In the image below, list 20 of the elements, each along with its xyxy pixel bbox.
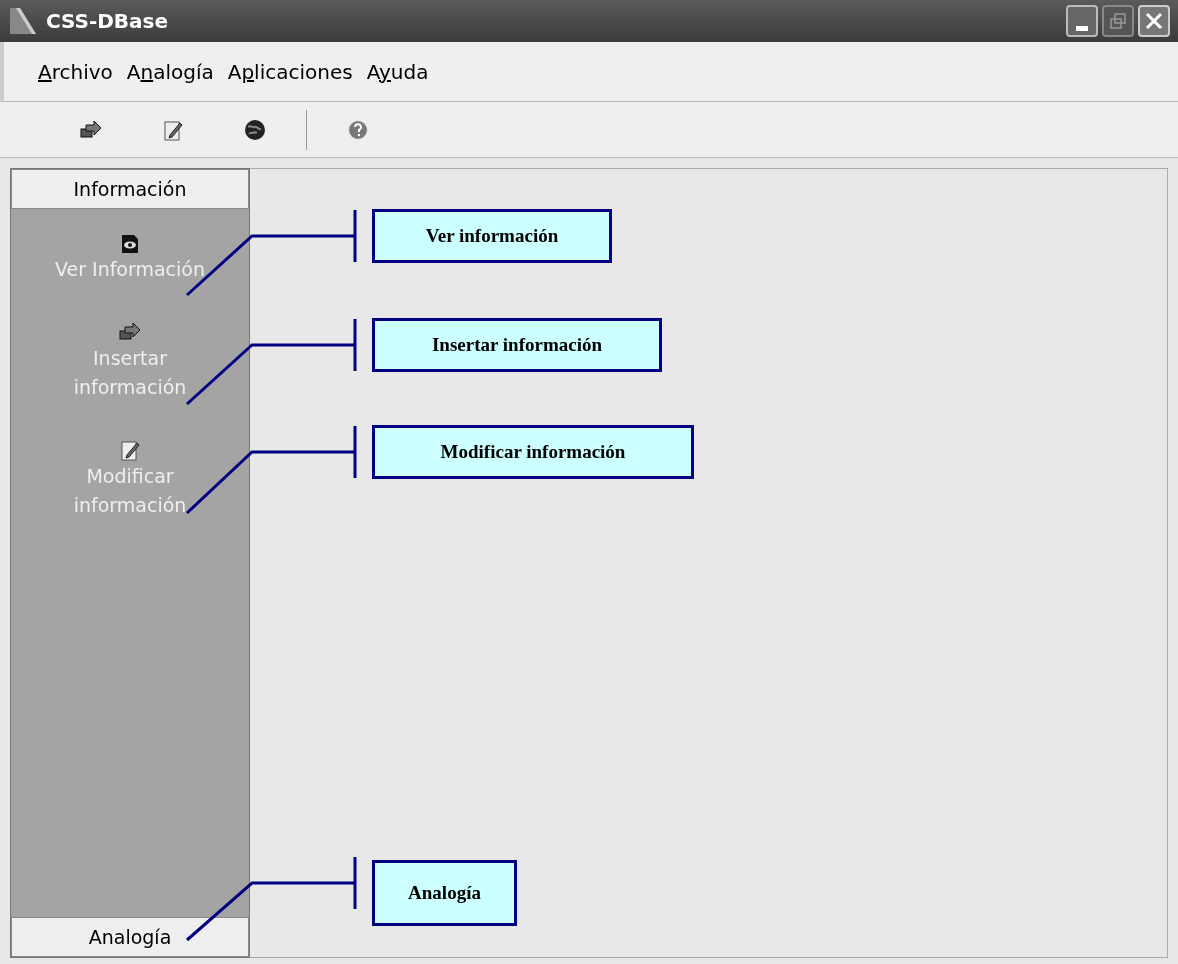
window-title: CSS-DBase [46,8,169,35]
minimize-icon [1076,26,1088,31]
minimize-button[interactable] [1066,5,1098,37]
callout-label: Analogía [372,860,517,926]
help-icon [346,117,370,142]
menu-item[interactable]: Analogía [126,56,214,87]
globe-icon [243,117,267,142]
close-icon [1145,12,1163,30]
menu-item[interactable]: Aplicaciones [227,56,353,87]
menu-item[interactable]: Archivo [38,56,113,87]
notepad-pencil-icon [118,438,142,462]
close-button[interactable] [1138,5,1170,37]
callout-label: Modificar información [372,425,694,479]
menu-item[interactable]: Ayuda [366,56,429,87]
callout-label: Ver información [372,209,612,263]
sidebar-section-header[interactable]: Analogía [11,917,249,957]
sidebar-section-header[interactable]: Información [11,169,249,209]
restore-icon [1110,13,1126,29]
callout-label: Insertar información [372,318,662,372]
app-logo-icon [8,6,38,36]
